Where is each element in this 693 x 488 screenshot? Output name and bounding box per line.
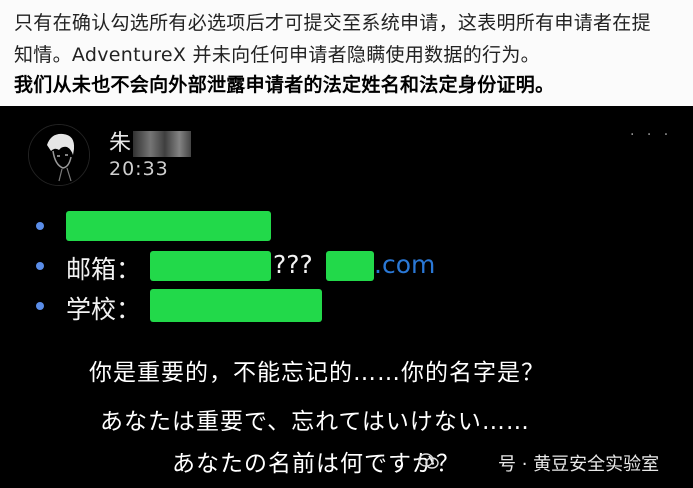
email-label: 邮箱： xyxy=(66,255,142,284)
redaction-block-email-user xyxy=(150,251,271,281)
contact-name-visible: 朱 xyxy=(109,131,132,156)
article-excerpt: 只有在确认勾选所有必选项后才可提交至系统申请，这表明所有申请者在提 知情。Adv… xyxy=(0,0,693,106)
school-label: 学校： xyxy=(66,295,142,324)
name-mosaic-redaction xyxy=(133,131,192,157)
avatar-portrait-icon xyxy=(29,125,89,185)
bullet-dot xyxy=(36,302,44,310)
watermark-text: 号 · 黄豆安全实验室 xyxy=(498,454,660,475)
email-mid-text: ??? xyxy=(273,250,313,279)
article-line-2: 知情。AdventureX 并未向任何申请者隐瞒使用数据的行为。 xyxy=(14,44,540,66)
subtitle-japanese-line1: あなたは重要で、忘れてはいけない…… xyxy=(100,409,530,435)
article-line-1: 只有在确认勾选所有必选项后才可提交至系统申请，这表明所有申请者在提 xyxy=(14,12,651,34)
avatar xyxy=(28,124,90,186)
subtitle-japanese-line2: あなたの名前は何ですか？ xyxy=(172,451,460,477)
bullet-dot xyxy=(36,262,44,270)
wechat-logo-icon xyxy=(418,453,439,469)
subtitle-chinese: 你是重要的，不能忘记的……你的名字是？ xyxy=(89,360,545,386)
watermark-source: 号 · 黄豆安全实验室 xyxy=(498,450,659,476)
article-line-3-bold: 我们从未也不会向外部泄露申请者的法定姓名和法定身份证明。 xyxy=(14,74,555,96)
message-time: 20:33 xyxy=(109,158,169,180)
contact-name: 朱 xyxy=(109,125,192,157)
email-domain-suffix[interactable]: .com xyxy=(374,250,435,279)
bullet-dot xyxy=(36,222,44,230)
redaction-block-name xyxy=(66,211,271,241)
more-options-icon[interactable]: · · · xyxy=(630,127,672,143)
redaction-block-email-domain xyxy=(326,251,374,281)
redaction-block-school xyxy=(150,289,322,322)
